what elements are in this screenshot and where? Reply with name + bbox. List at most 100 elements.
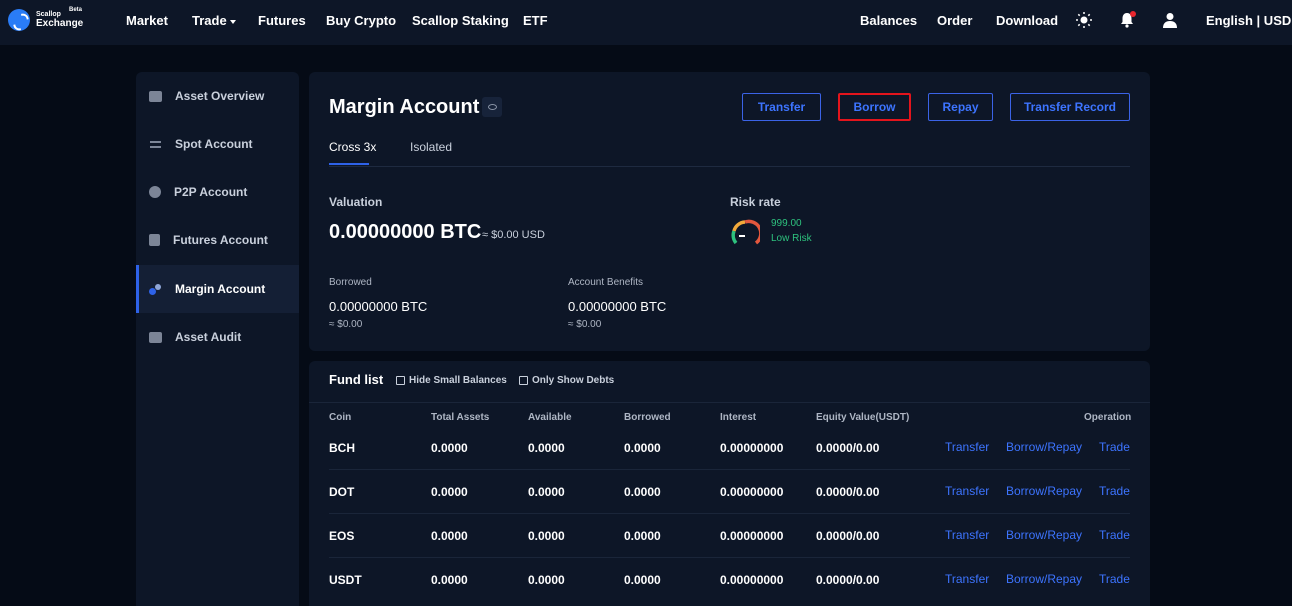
column-header-available: Available bbox=[528, 412, 572, 423]
risk-rate-label: Risk rate bbox=[730, 195, 781, 209]
language-currency-selector[interactable]: English | USD bbox=[1206, 13, 1291, 28]
nav-trade[interactable]: Trade bbox=[192, 13, 236, 28]
equity-cell: 0.0000/0.00 bbox=[816, 529, 880, 543]
transfer-link[interactable]: Transfer bbox=[945, 528, 989, 542]
sidebar-item-futures-account[interactable]: Futures Account bbox=[136, 216, 299, 264]
repay-button[interactable]: Repay bbox=[928, 93, 993, 121]
total-assets-cell: 0.0000 bbox=[431, 573, 468, 587]
logo-icon bbox=[8, 9, 30, 31]
column-header-interest: Interest bbox=[720, 412, 757, 423]
interest-cell: 0.00000000 bbox=[720, 485, 784, 499]
transfer-link[interactable]: Transfer bbox=[945, 484, 989, 498]
swap-icon bbox=[149, 139, 162, 150]
borrow-repay-link[interactable]: Borrow/Repay bbox=[1006, 484, 1082, 498]
equity-cell: 0.0000/0.00 bbox=[816, 485, 880, 499]
equity-cell: 0.0000/0.00 bbox=[816, 573, 880, 587]
risk-status: Low Risk bbox=[771, 233, 812, 244]
trade-link[interactable]: Trade bbox=[1099, 440, 1130, 454]
theme-toggle-icon[interactable] bbox=[1075, 11, 1093, 29]
sidebar: Asset Overview Spot Account P2P Account … bbox=[136, 72, 299, 606]
wallet-icon bbox=[149, 90, 162, 102]
equity-cell: 0.0000/0.00 bbox=[816, 441, 880, 455]
trade-link[interactable]: Trade bbox=[1099, 484, 1130, 498]
borrow-repay-link[interactable]: Borrow/Repay bbox=[1006, 572, 1082, 586]
tab-cross[interactable]: Cross 3x bbox=[329, 140, 376, 154]
nav-trade-label: Trade bbox=[192, 13, 227, 28]
fund-list-divider bbox=[309, 402, 1150, 403]
column-header-operation: Operation bbox=[1084, 412, 1132, 423]
sidebar-item-spot-account[interactable]: Spot Account bbox=[136, 120, 299, 168]
notification-dot bbox=[1130, 11, 1136, 17]
available-cell: 0.0000 bbox=[528, 441, 565, 455]
borrowed-cell: 0.0000 bbox=[624, 485, 661, 499]
fund-list-panel: Fund list Hide Small Balances Only Show … bbox=[309, 361, 1150, 606]
active-tab-indicator bbox=[329, 163, 369, 165]
nav-order[interactable]: Order bbox=[937, 13, 972, 28]
transfer-link[interactable]: Transfer bbox=[945, 440, 989, 454]
available-cell: 0.0000 bbox=[528, 529, 565, 543]
beta-badge: Beta bbox=[69, 7, 83, 13]
available-cell: 0.0000 bbox=[528, 485, 565, 499]
risk-gauge-icon bbox=[731, 219, 760, 245]
nav-etf[interactable]: ETF bbox=[523, 13, 548, 28]
sidebar-item-asset-overview[interactable]: Asset Overview bbox=[136, 72, 299, 120]
hide-small-balances-checkbox[interactable]: Hide Small Balances bbox=[396, 375, 507, 386]
visibility-toggle[interactable] bbox=[482, 97, 502, 117]
transfer-link[interactable]: Transfer bbox=[945, 572, 989, 586]
column-header-equity-value: Equity Value(USDT) bbox=[816, 412, 910, 423]
column-header-borrowed: Borrowed bbox=[624, 412, 671, 423]
account-benefits-value: 0.00000000 BTC bbox=[568, 299, 667, 314]
borrow-repay-link[interactable]: Borrow/Repay bbox=[1006, 440, 1082, 454]
fund-list-title: Fund list bbox=[329, 372, 384, 387]
tab-isolated[interactable]: Isolated bbox=[410, 140, 452, 154]
page-title: Margin Account bbox=[329, 96, 480, 118]
audit-icon bbox=[149, 331, 162, 343]
table-row: USDT 0.0000 0.0000 0.0000 0.00000000 0.0… bbox=[309, 558, 1150, 602]
column-header-total-assets: Total Assets bbox=[431, 412, 490, 423]
nav-staking[interactable]: Scallop Staking bbox=[412, 13, 509, 28]
bell-icon[interactable] bbox=[1118, 11, 1136, 29]
sidebar-item-label: Asset Audit bbox=[175, 330, 242, 344]
table-row: DOT 0.0000 0.0000 0.0000 0.00000000 0.00… bbox=[309, 470, 1150, 514]
nav-futures[interactable]: Futures bbox=[258, 13, 306, 28]
transfer-button[interactable]: Transfer bbox=[742, 93, 821, 121]
borrowed-cell: 0.0000 bbox=[624, 529, 661, 543]
transfer-record-button[interactable]: Transfer Record bbox=[1010, 93, 1130, 121]
p2p-icon bbox=[149, 186, 161, 198]
valuation-usd: ≈ $0.00 USD bbox=[482, 229, 545, 241]
borrowed-usd: ≈ $0.00 bbox=[329, 319, 363, 330]
sidebar-item-label: Spot Account bbox=[175, 137, 253, 151]
margin-icon bbox=[149, 283, 162, 295]
checkbox-icon bbox=[519, 376, 528, 385]
sidebar-item-asset-audit[interactable]: Asset Audit bbox=[136, 313, 299, 361]
nav-download[interactable]: Download bbox=[996, 13, 1058, 28]
nav-market[interactable]: Market bbox=[126, 13, 168, 28]
total-assets-cell: 0.0000 bbox=[431, 485, 468, 499]
sidebar-item-label: Futures Account bbox=[173, 233, 268, 247]
interest-cell: 0.00000000 bbox=[720, 529, 784, 543]
sidebar-item-margin-account[interactable]: Margin Account bbox=[136, 265, 299, 313]
nav-balances[interactable]: Balances bbox=[860, 13, 917, 28]
coin-cell: EOS bbox=[329, 529, 355, 543]
coin-cell: BCH bbox=[329, 441, 355, 455]
available-cell: 0.0000 bbox=[528, 573, 565, 587]
user-icon[interactable] bbox=[1161, 11, 1179, 29]
borrow-button[interactable]: Borrow bbox=[838, 93, 911, 121]
table-row: BCH 0.0000 0.0000 0.0000 0.00000000 0.00… bbox=[309, 426, 1150, 470]
trade-link[interactable]: Trade bbox=[1099, 572, 1130, 586]
total-assets-cell: 0.0000 bbox=[431, 529, 468, 543]
trade-link[interactable]: Trade bbox=[1099, 528, 1130, 542]
brand-name: Exchange bbox=[36, 18, 84, 29]
account-benefits-usd: ≈ $0.00 bbox=[568, 319, 602, 330]
coin-cell: USDT bbox=[329, 573, 362, 587]
only-show-debts-label: Only Show Debts bbox=[532, 375, 615, 386]
hide-small-balances-label: Hide Small Balances bbox=[409, 375, 507, 386]
interest-cell: 0.00000000 bbox=[720, 441, 784, 455]
sidebar-item-p2p-account[interactable]: P2P Account bbox=[136, 168, 299, 216]
nav-buy-crypto[interactable]: Buy Crypto bbox=[326, 13, 396, 28]
borrowed-value: 0.00000000 BTC bbox=[329, 299, 428, 314]
borrow-repay-link[interactable]: Borrow/Repay bbox=[1006, 528, 1082, 542]
brand-logo[interactable]: Scallop Exchange Beta bbox=[8, 7, 84, 31]
valuation-value: 0.00000000 BTC bbox=[329, 221, 482, 243]
only-show-debts-checkbox[interactable]: Only Show Debts bbox=[519, 375, 614, 386]
